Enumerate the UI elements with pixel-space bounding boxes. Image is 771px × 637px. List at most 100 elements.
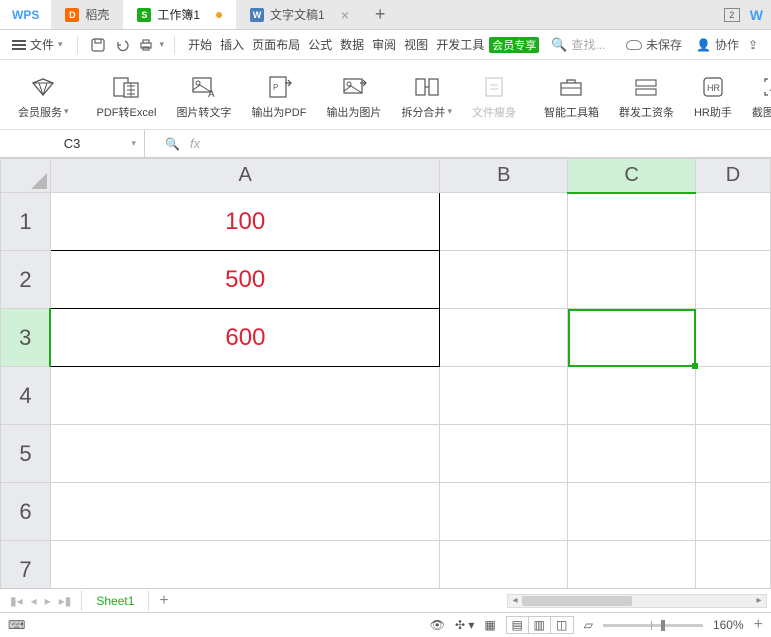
input-mode-icon[interactable]: ⌨ bbox=[8, 618, 25, 632]
tab-worddoc[interactable]: W 文字文稿1 × bbox=[236, 0, 363, 29]
col-header-b[interactable]: B bbox=[440, 159, 568, 193]
cell-d2[interactable] bbox=[696, 251, 771, 309]
cell-a5[interactable] bbox=[50, 425, 439, 483]
row-header-6[interactable]: 6 bbox=[1, 483, 51, 541]
ribbon-tab-view[interactable]: 视图 bbox=[401, 36, 431, 53]
row-header-5[interactable]: 5 bbox=[1, 425, 51, 483]
ribbon-tab-formula[interactable]: 公式 bbox=[305, 36, 335, 53]
col-header-a[interactable]: A bbox=[50, 159, 439, 193]
cell-d7[interactable] bbox=[696, 541, 771, 589]
row-header-2[interactable]: 2 bbox=[1, 251, 51, 309]
cell-a2[interactable]: 500 bbox=[50, 251, 439, 309]
name-box[interactable]: C3 ▾ bbox=[0, 130, 145, 157]
sheet-prev-icon[interactable]: ◂ bbox=[31, 594, 37, 608]
tab-doker[interactable]: D 稻壳 bbox=[51, 0, 123, 29]
cell-d4[interactable] bbox=[696, 367, 771, 425]
cell-b3[interactable] bbox=[440, 309, 568, 367]
cell-a4[interactable] bbox=[50, 367, 439, 425]
caret-icon[interactable]: ▾ bbox=[160, 39, 165, 50]
sheet-next-icon[interactable]: ▸ bbox=[45, 594, 51, 608]
cell-b7[interactable] bbox=[440, 541, 568, 589]
ribbon-member-services[interactable]: 会员服务▾ bbox=[8, 66, 79, 128]
cell-b2[interactable] bbox=[440, 251, 568, 309]
fx-icon[interactable]: fx bbox=[190, 136, 200, 151]
cell-a1[interactable]: 100 bbox=[50, 193, 439, 251]
ribbon-tab-review[interactable]: 审阅 bbox=[369, 36, 399, 53]
cell-d6[interactable] bbox=[696, 483, 771, 541]
file-menu-button[interactable]: 文件 ▾ bbox=[8, 36, 67, 53]
vip-tab[interactable]: 会员专享 bbox=[489, 37, 539, 53]
share-icon[interactable]: ⇪ bbox=[743, 35, 763, 55]
cell-d3[interactable] bbox=[696, 309, 771, 367]
cell-c3[interactable] bbox=[568, 309, 696, 367]
col-header-c[interactable]: C bbox=[568, 159, 696, 193]
scroll-left-icon[interactable]: ◂ bbox=[509, 595, 521, 607]
cell-d1[interactable] bbox=[696, 193, 771, 251]
unsaved-indicator[interactable]: 未保存 bbox=[626, 36, 682, 53]
cell-b6[interactable] bbox=[440, 483, 568, 541]
new-tab-button[interactable]: + bbox=[363, 0, 398, 29]
save-icon[interactable] bbox=[88, 35, 108, 55]
scroll-thumb[interactable] bbox=[522, 596, 632, 606]
horizontal-scrollbar[interactable]: ◂ ▸ bbox=[507, 594, 767, 608]
collab-button[interactable]: 👤 协作 bbox=[696, 36, 739, 53]
grid-icon[interactable]: ▦ bbox=[484, 618, 495, 632]
view-normal-icon[interactable]: ▤ bbox=[507, 617, 529, 633]
search-box[interactable]: 🔍 查找... bbox=[551, 36, 605, 53]
cell-a3[interactable]: 600 bbox=[50, 309, 439, 367]
col-header-d[interactable]: D bbox=[696, 159, 771, 193]
lookup-icon[interactable]: 🔍 bbox=[165, 137, 180, 151]
spreadsheet-grid[interactable]: A B C D 1 100 2 500 3 600 4 bbox=[0, 158, 771, 588]
ribbon-tab-layout[interactable]: 页面布局 bbox=[249, 36, 303, 53]
ribbon-export-image[interactable]: 输出为图片 bbox=[316, 66, 391, 128]
ribbon-export-pdf[interactable]: P 输出为PDF bbox=[241, 66, 316, 128]
window-count-icon[interactable]: 2 bbox=[724, 8, 740, 22]
fill-handle[interactable] bbox=[692, 363, 698, 369]
cell-a6[interactable] bbox=[50, 483, 439, 541]
ribbon-split-merge[interactable]: 拆分合并▾ bbox=[391, 66, 462, 128]
cell-b5[interactable] bbox=[440, 425, 568, 483]
view-pagebreak-icon[interactable]: ▥ bbox=[529, 617, 551, 633]
print-icon[interactable] bbox=[136, 35, 156, 55]
ribbon-tab-dev[interactable]: 开发工具 bbox=[433, 36, 487, 53]
row-header-7[interactable]: 7 bbox=[1, 541, 51, 589]
zoom-value[interactable]: 160% bbox=[713, 618, 744, 632]
sheet-last-icon[interactable]: ▸▮ bbox=[59, 594, 72, 608]
ribbon-screenshot-ocr[interactable]: A 截图取字 bbox=[742, 66, 771, 128]
zoom-in-button[interactable]: + bbox=[754, 616, 763, 634]
cell-b4[interactable] bbox=[440, 367, 568, 425]
caret-down-icon[interactable]: ▾ bbox=[131, 138, 136, 149]
cell-c5[interactable] bbox=[568, 425, 696, 483]
cell-b1[interactable] bbox=[440, 193, 568, 251]
ribbon-smart-toolbox[interactable]: 智能工具箱 bbox=[534, 66, 609, 128]
view-page-icon[interactable]: ◫ bbox=[551, 617, 573, 633]
ribbon-tab-data[interactable]: 数据 bbox=[337, 36, 367, 53]
focus-icon[interactable]: ✣ ▾ bbox=[455, 618, 474, 632]
ribbon-hr-assistant[interactable]: HR HR助手 bbox=[684, 66, 742, 128]
ribbon-img-to-text[interactable]: A 图片转文字 bbox=[166, 66, 241, 128]
ribbon-pdf-to-excel[interactable]: PDF转Excel bbox=[87, 66, 167, 128]
cell-c6[interactable] bbox=[568, 483, 696, 541]
ribbon-mass-payroll[interactable]: 群发工资条 bbox=[609, 66, 684, 128]
select-all-corner[interactable] bbox=[1, 159, 51, 193]
zoom-thumb[interactable] bbox=[661, 620, 665, 631]
eye-icon[interactable]: 👁 bbox=[430, 618, 445, 632]
cell-c1[interactable] bbox=[568, 193, 696, 251]
row-header-4[interactable]: 4 bbox=[1, 367, 51, 425]
cell-a7[interactable] bbox=[50, 541, 439, 589]
sheet-tab-sheet1[interactable]: Sheet1 bbox=[81, 591, 149, 611]
formula-input[interactable] bbox=[220, 130, 771, 157]
ribbon-tab-start[interactable]: 开始 bbox=[185, 36, 215, 53]
row-header-3[interactable]: 3 bbox=[1, 309, 51, 367]
close-icon[interactable]: × bbox=[341, 7, 349, 23]
row-header-1[interactable]: 1 bbox=[1, 193, 51, 251]
cell-c7[interactable] bbox=[568, 541, 696, 589]
add-sheet-button[interactable]: + bbox=[149, 592, 178, 610]
zoom-slider[interactable] bbox=[603, 624, 703, 627]
cell-c2[interactable] bbox=[568, 251, 696, 309]
undo-icon[interactable] bbox=[112, 35, 132, 55]
tab-workbook[interactable]: S 工作簿1 bbox=[123, 0, 236, 29]
zoom-out-button[interactable]: ▱ bbox=[584, 618, 593, 632]
sheet-first-icon[interactable]: ▮◂ bbox=[10, 594, 23, 608]
scroll-right-icon[interactable]: ▸ bbox=[753, 595, 765, 607]
